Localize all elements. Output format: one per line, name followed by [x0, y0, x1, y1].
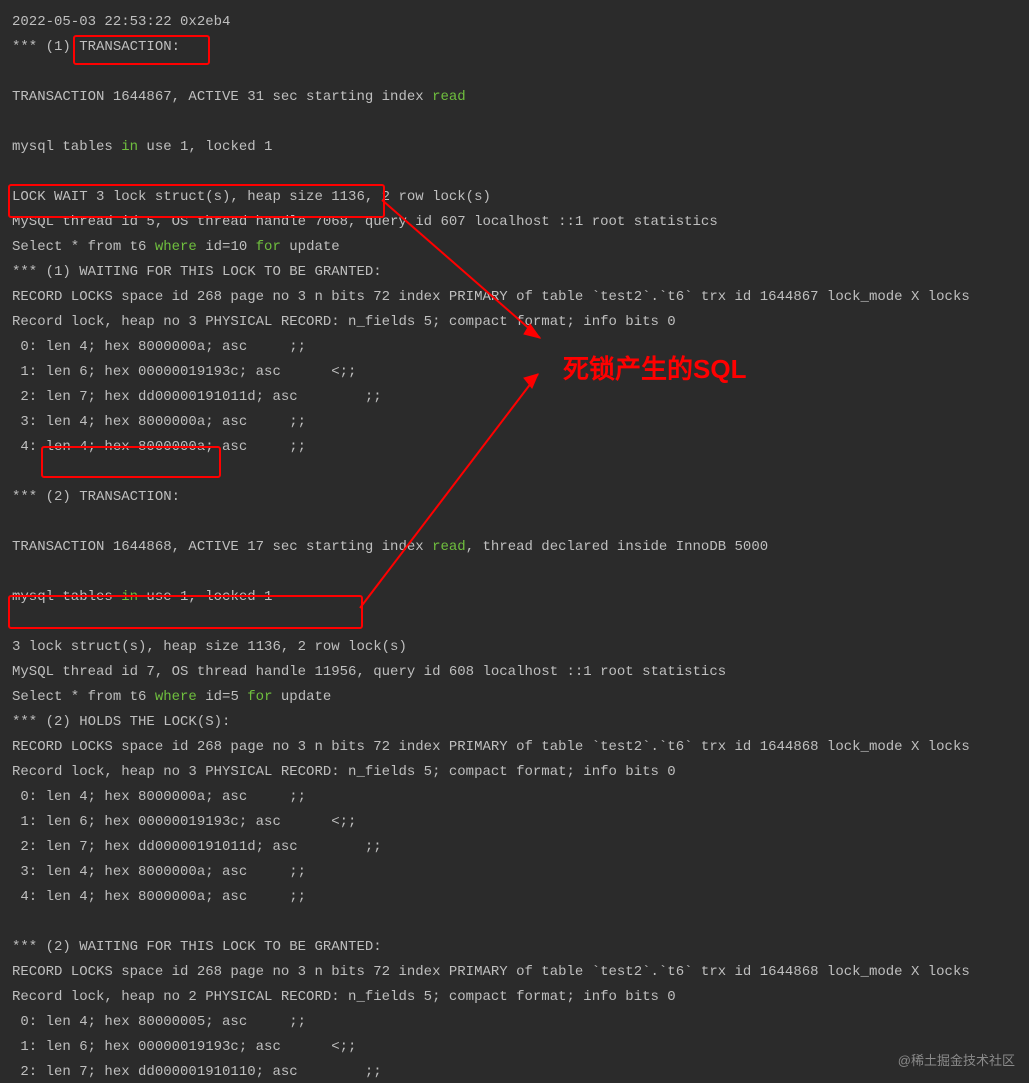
- keyword-read: read: [432, 89, 466, 105]
- tx2-field2: 2: len 7; hex dd00000191011d; asc ;;: [12, 839, 382, 855]
- tx2-sql-post: update: [272, 689, 331, 705]
- tx1-waiting-header: *** (1) WAITING FOR THIS LOCK TO BE GRAN…: [12, 264, 382, 280]
- keyword-in: in: [121, 139, 138, 155]
- tx2-thread: MySQL thread id 7, OS thread handle 1195…: [12, 664, 726, 680]
- tx1-field4: 4: len 4; hex 8000000a; asc ;;: [12, 439, 306, 455]
- tx2-info-post: , thread declared inside InnoDB 5000: [466, 539, 768, 555]
- tx1-thread: MySQL thread id 5, OS thread handle 7068…: [12, 214, 718, 230]
- tx1-sql-pre: Select * from t6: [12, 239, 155, 255]
- tx2-wfield0: 0: len 4; hex 80000005; asc ;;: [12, 1014, 306, 1030]
- tx1-field0: 0: len 4; hex 8000000a; asc ;;: [12, 339, 306, 355]
- tx2-tables-pre: mysql tables: [12, 589, 121, 605]
- tx1-record-locks: RECORD LOCKS space id 268 page no 3 n bi…: [12, 289, 970, 305]
- keyword-where: where: [155, 689, 197, 705]
- keyword-read: read: [432, 539, 466, 555]
- terminal-output: 2022-05-03 22:53:22 0x2eb4 *** (1) TRANS…: [0, 0, 1029, 1083]
- tx2-header-label: (2) TRANSACTION:: [46, 489, 180, 505]
- keyword-for: for: [247, 689, 272, 705]
- tx2-field0: 0: len 4; hex 8000000a; asc ;;: [12, 789, 306, 805]
- tx1-record-lock2: Record lock, heap no 3 PHYSICAL RECORD: …: [12, 314, 676, 330]
- tx2-record-lock2: Record lock, heap no 3 PHYSICAL RECORD: …: [12, 764, 676, 780]
- keyword-where: where: [155, 239, 197, 255]
- tx2-holds-header: *** (2) HOLDS THE LOCK(S):: [12, 714, 230, 730]
- tx2-sql-pre: Select * from t6: [12, 689, 155, 705]
- tx1-sql-post: update: [281, 239, 340, 255]
- tx2-field1: 1: len 6; hex 00000019193c; asc <;;: [12, 814, 356, 830]
- timestamp-line: 2022-05-03 22:53:22 0x2eb4: [12, 14, 230, 30]
- tx1-sql-mid: id=10: [197, 239, 256, 255]
- tx2-field4: 4: len 4; hex 8000000a; asc ;;: [12, 889, 306, 905]
- tx2-structs: 3 lock struct(s), heap size 1136, 2 row …: [12, 639, 407, 655]
- tx2-record-locks-w: RECORD LOCKS space id 268 page no 3 n bi…: [12, 964, 970, 980]
- tx2-wfield2: 2: len 7; hex dd000001910110; asc ;;: [12, 1064, 382, 1080]
- tx1-info: TRANSACTION 1644867, ACTIVE 31 sec start…: [12, 89, 432, 105]
- watermark: @稀土掘金技术社区: [898, 1048, 1015, 1073]
- tx2-header-prefix: ***: [12, 489, 46, 505]
- tx2-waiting-header: *** (2) WAITING FOR THIS LOCK TO BE GRAN…: [12, 939, 382, 955]
- tx2-info: TRANSACTION 1644868, ACTIVE 17 sec start…: [12, 539, 432, 555]
- tx2-tables-post: use 1, locked 1: [138, 589, 272, 605]
- tx1-field3: 3: len 4; hex 8000000a; asc ;;: [12, 414, 306, 430]
- keyword-in: in: [121, 589, 138, 605]
- tx1-lockwait: LOCK WAIT 3 lock struct(s), heap size 11…: [12, 189, 491, 205]
- tx2-field3: 3: len 4; hex 8000000a; asc ;;: [12, 864, 306, 880]
- tx1-tables-post: use 1, locked 1: [138, 139, 272, 155]
- tx2-sql-mid: id=5: [197, 689, 247, 705]
- tx1-header-prefix: *** (1): [12, 39, 79, 55]
- tx2-wfield1: 1: len 6; hex 00000019193c; asc <;;: [12, 1039, 356, 1055]
- tx2-record-locks: RECORD LOCKS space id 268 page no 3 n bi…: [12, 739, 970, 755]
- tx1-field2: 2: len 7; hex dd00000191011d; asc ;;: [12, 389, 382, 405]
- tx1-field1: 1: len 6; hex 00000019193c; asc <;;: [12, 364, 356, 380]
- tx1-header-label: TRANSACTION:: [79, 39, 180, 55]
- keyword-for: for: [256, 239, 281, 255]
- tx2-record-lock2-w: Record lock, heap no 2 PHYSICAL RECORD: …: [12, 989, 676, 1005]
- tx1-tables-pre: mysql tables: [12, 139, 121, 155]
